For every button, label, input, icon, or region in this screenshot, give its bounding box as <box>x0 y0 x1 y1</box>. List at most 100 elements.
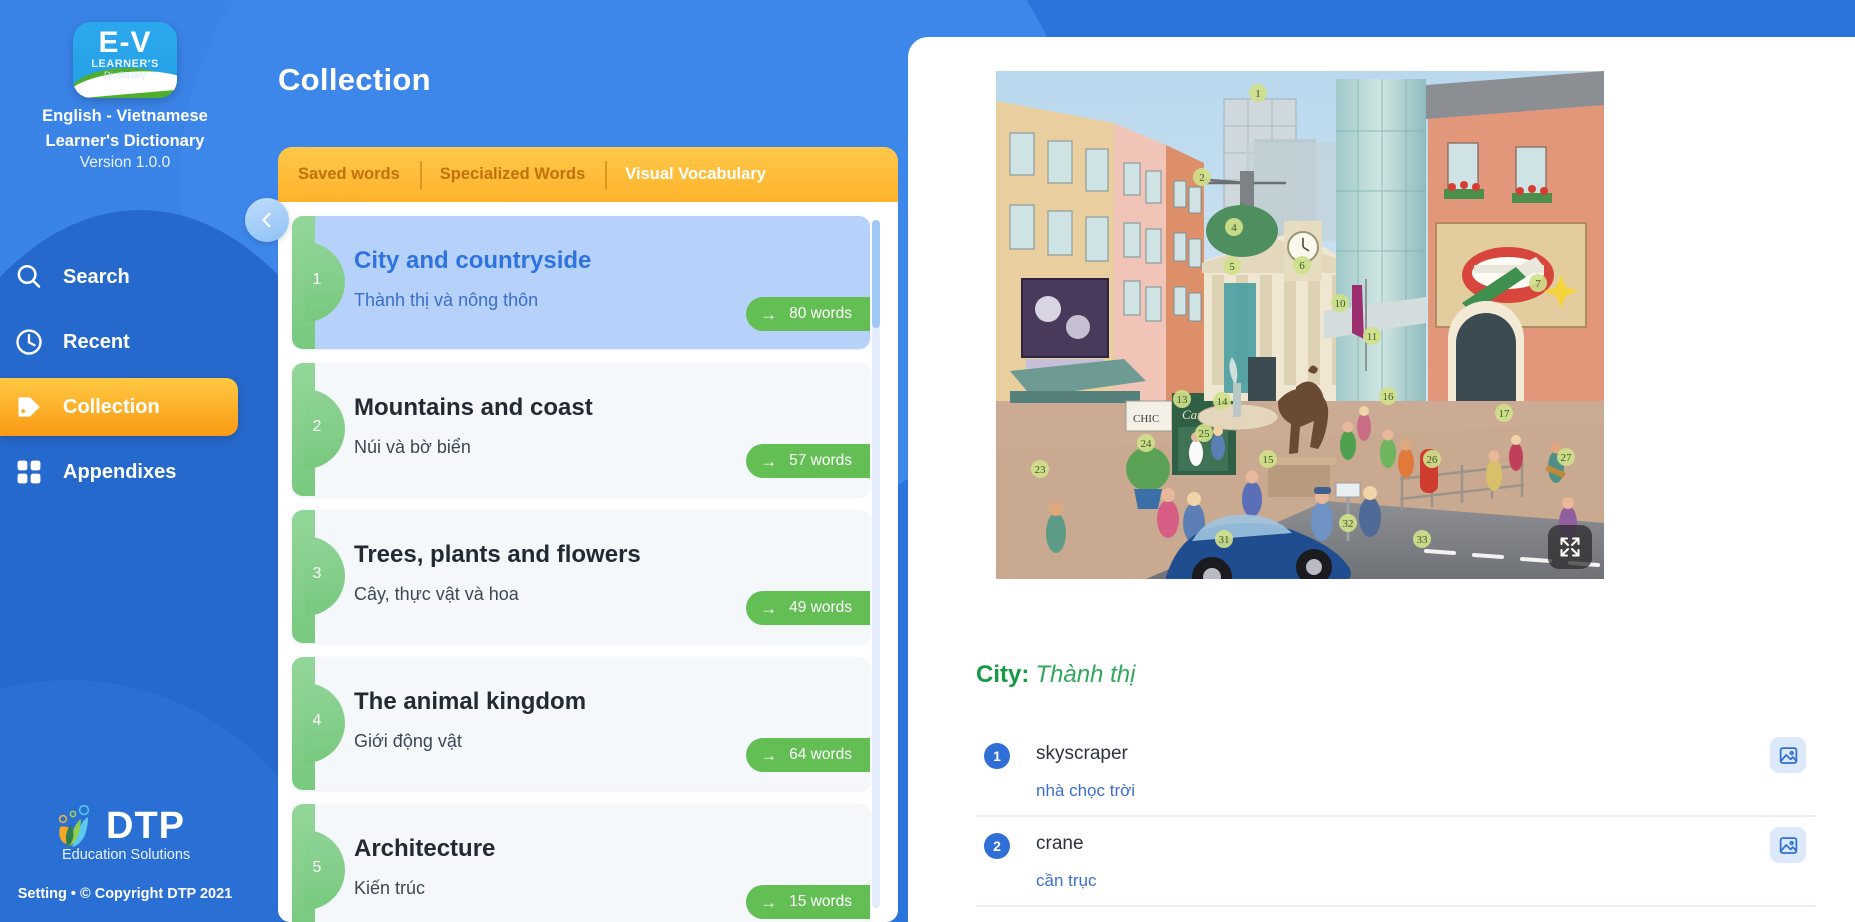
topic-word-count-badge[interactable]: → 49 words <box>746 591 870 625</box>
sidebar-item-collection[interactable]: Collection <box>0 378 238 436</box>
sidebar-item-recent[interactable]: Recent <box>0 313 238 371</box>
topic-card[interactable]: 5 Architecture Kiến trúc → 15 words <box>292 804 870 922</box>
topic-word-count: 80 words <box>789 305 852 322</box>
arrow-right-icon: → <box>760 892 778 912</box>
topic-word-count: 49 words <box>789 599 852 616</box>
topic-list-scrollbar[interactable] <box>872 220 880 908</box>
topic-word-count: 64 words <box>789 746 852 763</box>
svg-text:7: 7 <box>1535 278 1541 290</box>
topic-subtitle: Thành thị và nông thôn <box>354 290 539 310</box>
topic-title: Trees, plants and flowers <box>354 541 641 568</box>
illustration-art: CHIC Carlos <box>996 71 1604 579</box>
image-icon <box>1779 746 1797 764</box>
topic-subtitle: Cây, thực vật và hoa <box>354 584 519 604</box>
app-title-line2: Learner's Dictionary <box>45 132 205 150</box>
copyright-text: Setting • © Copyright DTP 2021 <box>17 886 233 902</box>
topic-title: City and countryside <box>354 247 592 274</box>
sidebar-item-label: Appendixes <box>63 460 177 483</box>
arrow-right-icon: → <box>760 451 778 471</box>
topic-number: 2 <box>312 418 322 435</box>
vocabulary-word-row[interactable]: 3 <box>976 907 1816 922</box>
word-vietnamese[interactable]: cần trục <box>1036 871 1096 891</box>
topic-word-count: 57 words <box>789 452 852 469</box>
svg-text:CHIC: CHIC <box>1133 413 1159 425</box>
clock-icon <box>12 325 46 359</box>
app-version: Version 1.0.0 <box>79 154 171 171</box>
word-vietnamese[interactable]: nhà chọc trời <box>1036 781 1135 801</box>
topic-number: 3 <box>312 565 322 582</box>
svg-text:10: 10 <box>1335 298 1347 310</box>
svg-text:24: 24 <box>1141 438 1153 450</box>
arrow-right-icon: → <box>760 304 778 324</box>
tab-visual-vocabulary[interactable]: Visual Vocabulary <box>605 160 786 189</box>
svg-text:1: 1 <box>1255 88 1261 100</box>
sidebar-item-label: Collection <box>63 395 160 418</box>
topic-word-count-badge[interactable]: → 80 words <box>746 297 870 331</box>
illustration-container[interactable]: CHIC Carlos <box>996 71 1604 579</box>
dtp-logo: DTP Education Solutions <box>48 805 218 869</box>
word-english: skyscraper <box>1036 743 1128 764</box>
word-image-button[interactable] <box>1770 827 1806 863</box>
expand-fullscreen-icon <box>1560 537 1580 557</box>
svg-text:17: 17 <box>1499 408 1511 420</box>
tab-saved-words[interactable]: Saved words <box>278 161 420 189</box>
topic-card[interactable]: 4 The animal kingdom Giới động vật → 64 … <box>292 657 870 790</box>
dtp-brand-subtext: Education Solutions <box>62 847 191 863</box>
topic-word-count: 15 words <box>789 893 852 910</box>
vocabulary-word-list: 1 skyscraper nhà chọc trời 2 crane cần t… <box>976 727 1816 922</box>
word-image-button[interactable] <box>1770 737 1806 773</box>
svg-text:32: 32 <box>1343 518 1354 530</box>
svg-text:11: 11 <box>1367 331 1378 343</box>
vocabulary-word-row[interactable]: 2 crane cần trục <box>976 817 1816 907</box>
chevron-left-icon <box>262 212 271 228</box>
scrollbar-thumb[interactable] <box>872 220 880 328</box>
logo-ev-text: E-V <box>98 26 152 59</box>
word-number-badge: 2 <box>984 833 1010 859</box>
topic-number: 5 <box>312 859 322 876</box>
svg-text:2: 2 <box>1199 172 1205 184</box>
arrow-right-icon: → <box>760 598 778 618</box>
grid-icon <box>12 455 46 489</box>
svg-text:13: 13 <box>1177 394 1189 406</box>
topic-card[interactable]: 3 Trees, plants and flowers Cây, thực vậ… <box>292 510 870 643</box>
topic-word-count-badge[interactable]: → 57 words <box>746 444 870 478</box>
expand-image-button[interactable] <box>1548 525 1592 569</box>
topic-title: Mountains and coast <box>354 394 593 421</box>
collection-tabs: Saved words Specialized Words Visual Voc… <box>278 147 898 202</box>
app-logo: E-V LEARNER'S Dictionary <box>73 22 177 98</box>
svg-text:27: 27 <box>1561 452 1573 464</box>
sidebar-item-label: Search <box>63 265 130 288</box>
city-street-scene-illustration[interactable]: CHIC Carlos <box>996 71 1604 579</box>
svg-text:23: 23 <box>1035 464 1047 476</box>
svg-text:5: 5 <box>1229 261 1235 273</box>
dtp-mark-icon <box>58 805 90 847</box>
image-icon <box>1779 836 1797 854</box>
sidebar-collapse-button[interactable] <box>245 198 289 242</box>
section-heading-en: City: <box>976 661 1030 688</box>
word-number-badge: 1 <box>984 743 1010 769</box>
word-english: crane <box>1036 833 1084 854</box>
topic-word-count-badge[interactable]: → 64 words <box>746 738 870 772</box>
logo-dictionary-text: Dictionary <box>103 70 147 81</box>
svg-text:4: 4 <box>1231 222 1237 234</box>
topic-subtitle: Giới động vật <box>354 731 462 751</box>
dtp-brand-text: DTP <box>106 805 185 847</box>
sidebar-item-search[interactable]: Search <box>0 248 238 306</box>
topic-subtitle: Kiến trúc <box>354 878 426 898</box>
topic-card[interactable]: 2 Mountains and coast Núi và bờ biển → 5… <box>292 363 870 496</box>
tab-specialized-words[interactable]: Specialized Words <box>419 160 606 189</box>
svg-text:15: 15 <box>1263 454 1275 466</box>
svg-text:6: 6 <box>1299 260 1305 272</box>
sidebar-item-appendixes[interactable]: Appendixes <box>0 443 238 501</box>
svg-text:26: 26 <box>1427 454 1439 466</box>
section-heading-vi: Thành thị <box>1035 661 1136 688</box>
sidebar-item-label: Recent <box>63 330 130 353</box>
topic-card[interactable]: 1 City and countryside Thành thị và nông… <box>292 216 870 349</box>
sidebar: E-V LEARNER'S Dictionary English - Vietn… <box>0 0 250 922</box>
topic-word-count-badge[interactable]: → 15 words <box>746 885 870 919</box>
search-icon <box>12 260 46 294</box>
vocabulary-word-row[interactable]: 1 skyscraper nhà chọc trời <box>976 727 1816 817</box>
logo-learners-text: LEARNER'S <box>91 58 159 70</box>
svg-text:25: 25 <box>1199 428 1211 440</box>
topic-list: 1 City and countryside Thành thị và nông… <box>292 216 870 922</box>
